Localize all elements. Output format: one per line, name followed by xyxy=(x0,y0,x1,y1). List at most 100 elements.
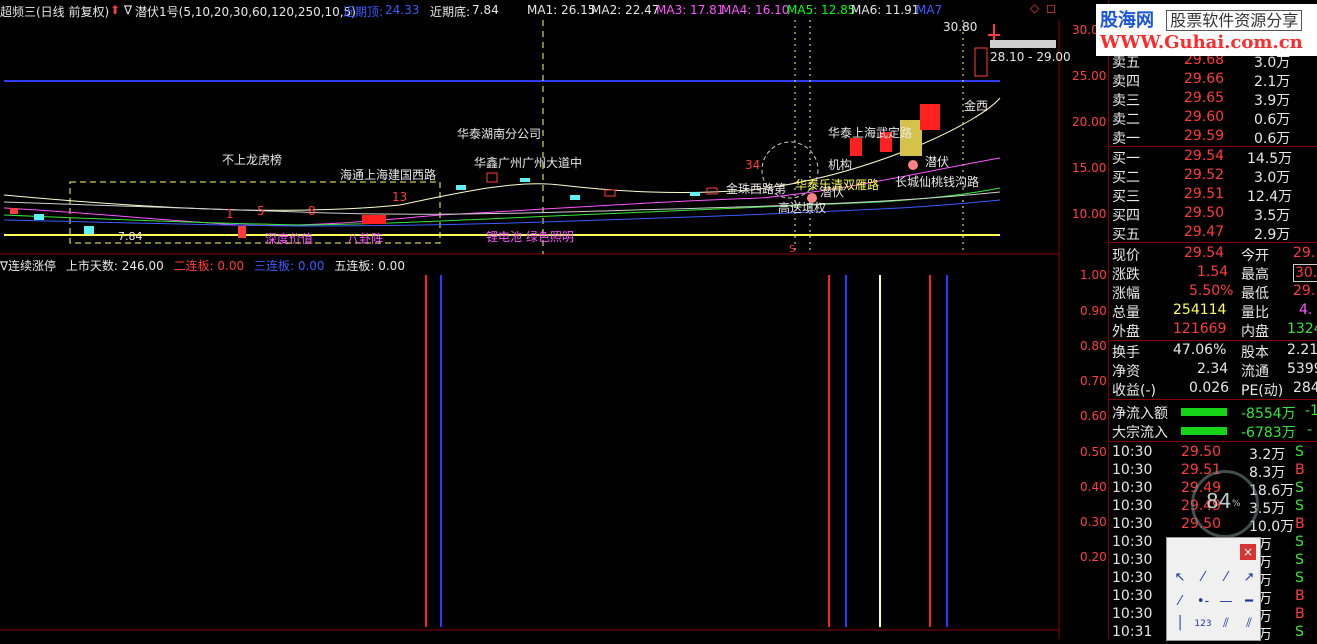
annotation-deep-value: 深度价值 xyxy=(265,232,314,246)
segment-tool-icon[interactable]: ⁄ xyxy=(1171,594,1189,610)
sub-axis-tick-0.90: 0.90 xyxy=(1080,304,1107,318)
annotation-eight-doors: 八卦阵 xyxy=(347,232,384,246)
stat-label: 量比 xyxy=(1241,305,1269,321)
tick-side: B xyxy=(1295,606,1305,622)
annotation-num-1: 1 xyxy=(226,207,234,221)
parallel-tool-icon[interactable]: ⫽ xyxy=(1217,616,1235,632)
stat-row: 收益(-) 0.026 PE(动) 284 xyxy=(1109,379,1317,399)
annotation-haitong: 海通上海建国西路 xyxy=(340,168,437,182)
tick-time: 10:31 xyxy=(1112,624,1153,640)
bid-row-2[interactable]: 买二 29.52 3.0万 xyxy=(1109,166,1317,186)
watermark-logo: 股海网 股票软件资源分享 WWW.Guhai.com.cn xyxy=(1096,4,1317,56)
line-tool-icon[interactable]: ⁄ xyxy=(1194,570,1212,586)
ask-row-4[interactable]: 卖四 29.66 2.1万 xyxy=(1109,70,1317,90)
arrow-line-tool-icon[interactable]: ↗ xyxy=(1240,570,1258,586)
flow-value-tail: -1 xyxy=(1305,403,1317,419)
ask-volume: 2.1万 xyxy=(1254,74,1291,90)
limit-up-canvas xyxy=(0,255,1060,639)
stat-row: 外盘 121669 内盘 1324 xyxy=(1109,320,1317,340)
tick-side: S xyxy=(1295,444,1304,460)
bid-row-3[interactable]: 买三 29.51 12.4万 xyxy=(1109,185,1317,205)
stat-value: 5399 xyxy=(1287,361,1317,377)
bid-price: 29.51 xyxy=(1184,186,1225,202)
ask-price: 29.65 xyxy=(1184,90,1225,106)
indicator-name[interactable]: 潜伏1号(5,10,20,30,60,120,250,10,5) xyxy=(135,3,356,20)
bid-volume: 14.5万 xyxy=(1247,151,1293,167)
logo-tagline: 股票软件资源分享 xyxy=(1166,10,1303,31)
dot-line-tool-icon[interactable]: •- xyxy=(1194,594,1212,610)
ma4-value: MA4: 16.10 xyxy=(721,3,790,17)
annotation-huaxin: 华鑫广州广州大道中 xyxy=(474,156,583,170)
stat-value: 2.34 xyxy=(1197,361,1229,377)
bid-volume: 12.4万 xyxy=(1247,189,1293,205)
bid-row-4[interactable]: 买四 29.50 3.5万 xyxy=(1109,204,1317,224)
stat-label: 最低 xyxy=(1241,286,1269,302)
stat-value: 2.21 xyxy=(1287,342,1317,358)
limit-up-chart[interactable]: ∇连续涨停 上市天数: 246.00 二连板: 0.00 三连板: 0.00 五… xyxy=(0,255,1107,639)
tick-side: S xyxy=(1295,552,1304,568)
annotation-lithium: 锂电池 绿色照明 xyxy=(486,230,574,244)
stat-label: 涨幅 xyxy=(1112,286,1140,302)
flow-value-tail: - xyxy=(1307,422,1313,438)
annotation-quanxi: 金西 xyxy=(964,99,989,113)
tick-side: B xyxy=(1295,462,1305,478)
price-chart[interactable]: 不上龙虎榜 海通上海建国西路 华泰湖南分公司 华鑫广州广州大道中 金珠西路第 华… xyxy=(0,20,1106,255)
stock-title[interactable]: 超频三(日线 前复权) xyxy=(0,3,109,20)
v-line-tool-icon[interactable]: │ xyxy=(1171,616,1189,632)
annotation-jinzhu: 金珠西路第 xyxy=(726,182,787,196)
price-range-label: 28.10 - 29.00 xyxy=(990,50,1071,64)
stat-value: 4. xyxy=(1299,302,1313,318)
stat-value: 47.06% xyxy=(1173,342,1227,358)
close-icon[interactable]: × xyxy=(1240,544,1256,560)
bid-row-5[interactable]: 买五 29.47 2.9万 xyxy=(1109,223,1317,243)
stat-label: 净资 xyxy=(1112,364,1140,380)
number-tool-icon[interactable]: 123 xyxy=(1194,616,1212,632)
down-triangle-icon[interactable]: ∇ xyxy=(124,3,132,17)
tick-side: S xyxy=(1295,480,1304,496)
h-segment-tool-icon[interactable]: — xyxy=(1217,594,1235,610)
stat-label: 外盘 xyxy=(1112,324,1140,340)
bid-volume: 2.9万 xyxy=(1254,227,1291,243)
annotation-num-5: 5 xyxy=(257,204,265,218)
ask-label: 卖四 xyxy=(1112,74,1140,90)
tick-side: B xyxy=(1295,588,1305,604)
recent-high-label: 近期顶: xyxy=(343,5,384,19)
annotation-no-dragon-tiger: 不上龙虎榜 xyxy=(222,153,283,167)
diamond-icon[interactable]: ◇ xyxy=(1030,1,1039,15)
ask-row-1[interactable]: 卖一 29.59 0.6万 xyxy=(1109,127,1317,147)
tick-side: S xyxy=(1295,624,1304,640)
flow-row-net: 净流入额 -8554万 -1 xyxy=(1109,402,1317,422)
ma5-value: MA5: 12.85 xyxy=(787,3,856,17)
progress-gauge: 84 % xyxy=(1191,470,1259,538)
stat-value: 29. xyxy=(1293,283,1316,299)
gauge-value: 84 xyxy=(1206,489,1232,513)
annotation-num-13: 13 xyxy=(392,190,408,204)
ask-volume: 0.6万 xyxy=(1254,131,1291,147)
drawing-toolbox[interactable]: × ↖ ⁄ ⁄ ↗ ⁄ •- — ━ │ 123 ⫽ ⫽ xyxy=(1166,537,1261,641)
sub-axis-tick-0.30: 0.30 xyxy=(1080,515,1107,529)
axis-tick-25: 25.00 xyxy=(1072,69,1107,83)
divider xyxy=(1109,399,1317,400)
h-line-tool-icon[interactable]: ━ xyxy=(1240,594,1258,610)
tick-time: 10:30 xyxy=(1112,462,1153,478)
annotation-num-8: 8 xyxy=(308,204,316,218)
stat-value: 254114 xyxy=(1173,302,1227,318)
ask-row-2[interactable]: 卖二 29.60 0.6万 xyxy=(1109,108,1317,128)
stat-label: 总量 xyxy=(1112,305,1140,321)
stat-value: 5.50% xyxy=(1189,283,1234,299)
ma2-value: MA2: 22.47 xyxy=(591,3,660,17)
axis-tick-15: 15.00 xyxy=(1072,161,1107,175)
axis-tick-10: 10.00 xyxy=(1072,207,1107,221)
bid-price: 29.47 xyxy=(1184,224,1225,240)
stat-label: 收益(-) xyxy=(1112,383,1156,399)
ask-row-3[interactable]: 卖三 29.65 3.9万 xyxy=(1109,89,1317,109)
tick-time: 10:30 xyxy=(1112,444,1153,460)
tick-row[interactable]: 10:30 29.50 3.2万 S xyxy=(1109,443,1317,463)
cursor-tool-icon[interactable]: ↖ xyxy=(1171,570,1189,586)
stat-row: 涨跌 1.54 最高 30. xyxy=(1109,263,1317,283)
box-icon[interactable]: ◻ xyxy=(1046,1,1056,15)
bid-row-1[interactable]: 买一 29.54 14.5万 xyxy=(1109,147,1317,167)
channel-tool-icon[interactable]: ⫽ xyxy=(1240,616,1258,632)
ray-tool-icon[interactable]: ⁄ xyxy=(1217,570,1235,586)
stat-value: 1324 xyxy=(1287,321,1317,337)
